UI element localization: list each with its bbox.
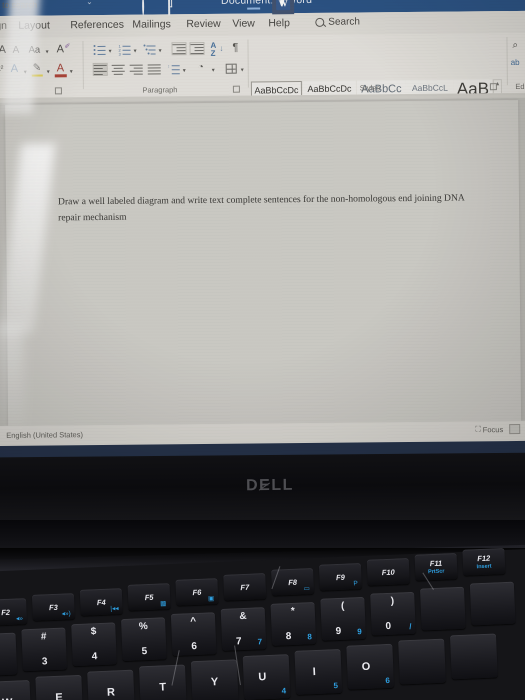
laptop-photo: ⌄ Document1 - Word Al gn Layout Referenc… <box>0 0 525 700</box>
volume-up-icon: ◂») <box>61 610 71 618</box>
key-f11-label: F11 <box>429 558 443 569</box>
dell-logo-post: LL <box>271 476 294 494</box>
key-f7[interactable]: F7 <box>223 573 267 601</box>
key-5-top: % <box>138 621 149 633</box>
key-f8-label: F8 <box>288 577 298 587</box>
key-9-top: ( <box>340 600 345 612</box>
key-0-top: ) <box>390 595 395 607</box>
key-o[interactable]: O 6 <box>346 643 395 690</box>
key-6-bot: 6 <box>191 640 198 653</box>
key-f12[interactable]: F12 Insert <box>462 548 506 576</box>
key-r-label: R <box>106 686 116 699</box>
key-3-top: # <box>40 631 47 643</box>
key-f4-label: F4 <box>96 597 106 607</box>
key-f3[interactable]: F3 ◂») <box>31 593 75 621</box>
key-5-bot: 5 <box>141 646 148 658</box>
key-t[interactable]: T <box>138 664 187 700</box>
dell-logo-o: E <box>259 476 272 495</box>
key-i-label: I <box>312 666 317 679</box>
search-key-icon: P <box>353 580 358 588</box>
key-t-label: T <box>159 681 167 694</box>
key-f2-label: F2 <box>1 607 11 617</box>
key-i-numpad: 5 <box>333 681 339 691</box>
key-y-label: Y <box>210 676 219 689</box>
key-0-numpad: / <box>409 621 412 632</box>
key-7-bot: 7 <box>235 636 242 648</box>
key-3[interactable]: # 3 <box>21 627 68 672</box>
volume-down-icon: ◂» <box>15 615 24 623</box>
display-switch-icon: ▭ <box>303 585 311 593</box>
keyboard-backlight-icon: ▩ <box>160 600 167 608</box>
key-f6[interactable]: F6 ▣ <box>175 578 219 606</box>
key-3-bot: 3 <box>41 656 48 668</box>
print-screen-icon: PrtScr <box>427 568 445 576</box>
key-9-numpad: 9 <box>357 627 362 637</box>
key-f5-label: F5 <box>144 592 154 602</box>
key-f9-label: F9 <box>335 572 345 582</box>
key-4-bot: 4 <box>91 651 98 663</box>
key-8-top: * <box>290 605 296 618</box>
key-o-label: O <box>361 660 371 674</box>
laptop-keyboard: F2 ◂» F3 ◂») F4 |◂◂ F5 ▩ F6 ▣ F7 F8 ▭ F9… <box>0 547 525 700</box>
key-9[interactable]: ( 9 9 <box>320 596 367 641</box>
key-f10[interactable]: F10 <box>366 558 410 586</box>
key-f7-label: F7 <box>240 582 250 592</box>
key-i[interactable]: I 5 <box>294 648 343 695</box>
key-2[interactable]: @ 2 <box>0 632 18 677</box>
key-e[interactable]: E <box>35 674 84 700</box>
key-p[interactable] <box>398 638 446 685</box>
key-f3-label: F3 <box>48 602 58 612</box>
key-bracket-left[interactable] <box>449 633 498 680</box>
screen-bezel-bottom: DELL <box>0 452 525 528</box>
key-f6-label: F6 <box>192 587 202 597</box>
key-y[interactable]: Y <box>190 659 239 700</box>
key-f9[interactable]: F9 P <box>318 563 362 591</box>
key-8[interactable]: * 8 8 <box>270 602 317 646</box>
key-8-bot: 8 <box>285 631 292 643</box>
key-e-label: E <box>55 691 64 700</box>
key-o-numpad: 6 <box>385 675 390 686</box>
key-w[interactable]: W <box>0 680 32 700</box>
dell-logo-pre: D <box>245 477 260 495</box>
laptop-screen: ⌄ Document1 - Word Al gn Layout Referenc… <box>0 0 525 462</box>
key-4[interactable]: $ 4 <box>71 622 117 667</box>
insert-key-icon: Insert <box>476 563 492 571</box>
key-u-numpad: 4 <box>281 686 287 696</box>
key-8-numpad: 8 <box>307 632 313 642</box>
key-9-bot: 9 <box>335 625 342 638</box>
key-7[interactable]: & 7 7 <box>220 607 267 651</box>
key-u-label: U <box>258 671 267 684</box>
key-6-top: ^ <box>190 616 197 628</box>
key-minus[interactable] <box>419 586 466 631</box>
key-f4[interactable]: F4 |◂◂ <box>79 588 123 616</box>
key-7-numpad: 7 <box>257 637 263 647</box>
key-5[interactable]: % 5 <box>120 617 167 662</box>
key-r[interactable]: R <box>87 669 135 700</box>
media-prev-icon: |◂◂ <box>110 605 119 613</box>
key-equals[interactable] <box>469 581 516 626</box>
key-f2[interactable]: F2 ◂» <box>0 598 28 626</box>
key-f12-label: F12 <box>477 553 491 564</box>
key-0-bot: 0 <box>385 620 392 633</box>
key-f5[interactable]: F5 ▩ <box>127 583 171 611</box>
dell-logo: DELL <box>0 475 525 498</box>
screen-vignette <box>0 0 525 462</box>
key-f10-label: F10 <box>381 567 395 577</box>
key-7-top: & <box>239 610 247 623</box>
key-4-top: $ <box>90 626 97 638</box>
key-u[interactable]: U 4 <box>242 654 291 700</box>
brightness-icon: ▣ <box>207 595 215 603</box>
key-f11[interactable]: F11 PrtScr <box>414 553 458 581</box>
key-0[interactable]: ) 0 / <box>370 591 416 636</box>
